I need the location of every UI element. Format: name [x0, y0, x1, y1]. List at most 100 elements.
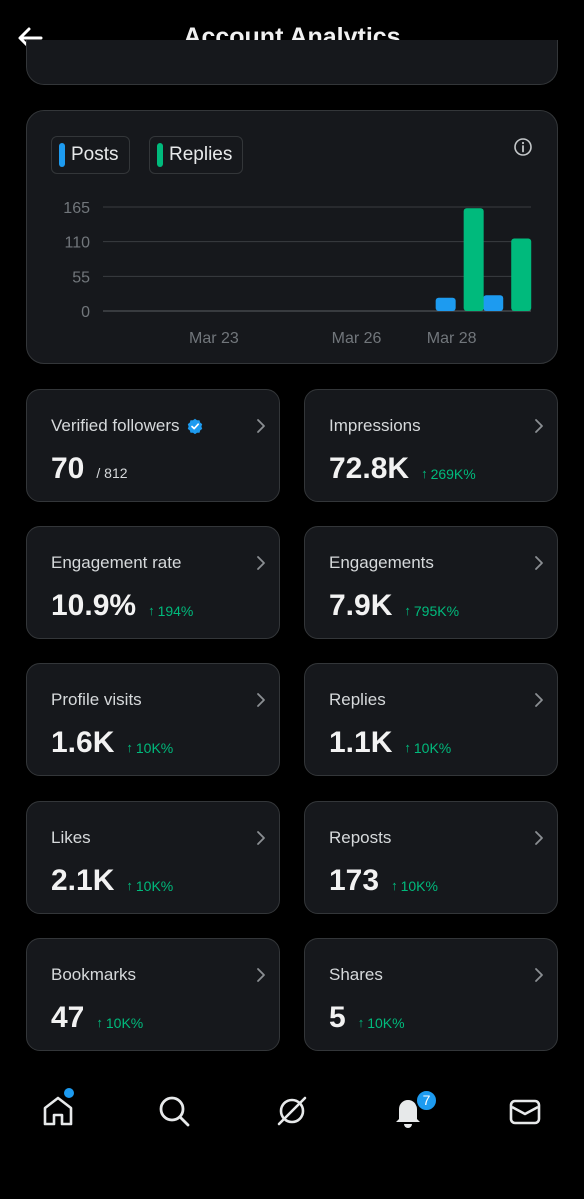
metric-value-row: 72.8K ↑ 269K% — [329, 452, 476, 486]
bar-replies[interactable] — [463, 208, 484, 311]
metric-label-text: Impressions — [329, 416, 421, 435]
metric-value-row: 5 ↑ 10K% — [329, 1001, 405, 1035]
chevron-right-icon — [257, 693, 265, 707]
metric-label: Reposts — [329, 828, 391, 848]
metric-delta: ↑ 10K% — [404, 740, 451, 756]
metric-value: 173 — [329, 864, 380, 897]
metric-value-row: 2.1K ↑ 10K% — [51, 864, 173, 898]
metric-delta: ↑ 10K% — [126, 740, 173, 756]
bottom-nav: 7 — [0, 1075, 584, 1145]
verified-badge-icon — [187, 418, 202, 434]
metric-label-text: Replies — [329, 690, 386, 709]
metric-value-row: 173 ↑ 10K% — [329, 864, 438, 898]
metric-value: 72.8K — [329, 452, 410, 485]
metric-value: 1.1K — [329, 726, 393, 759]
metric-delta: ↑ 795K% — [404, 603, 459, 619]
metric-card[interactable]: Engagement rate 10.9% ↑ 194% — [26, 526, 280, 639]
metric-card[interactable]: Shares 5 ↑ 10K% — [304, 938, 558, 1051]
arrow-up-icon: ↑ — [357, 1015, 365, 1030]
metric-card[interactable]: Bookmarks 47 ↑ 10K% — [26, 938, 280, 1051]
chevron-right-icon — [257, 419, 265, 433]
previous-card — [26, 40, 558, 85]
home-unread-dot — [64, 1088, 74, 1098]
home-icon[interactable] — [40, 1093, 76, 1129]
metric-label-text: Reposts — [329, 828, 392, 847]
chevron-right-icon — [535, 693, 543, 707]
metric-label-text: Bookmarks — [51, 965, 137, 984]
y-tick-label: 0 — [81, 304, 90, 321]
arrow-up-icon: ↑ — [391, 878, 398, 893]
legend-swatch-replies — [157, 143, 163, 167]
arrow-up-icon: ↑ — [148, 603, 155, 618]
metric-delta: ↑ 10K% — [391, 878, 438, 894]
metric-value: 2.1K — [51, 864, 115, 897]
arrow-up-icon: ↑ — [404, 740, 411, 755]
chevron-right-icon — [257, 556, 265, 570]
chevron-right-icon — [535, 556, 543, 570]
bar-posts[interactable] — [483, 295, 504, 311]
metric-label: Engagements — [329, 553, 434, 573]
chevron-right-icon — [257, 968, 265, 982]
metric-delta-text: 795K% — [413, 602, 460, 619]
metric-card[interactable]: Likes 2.1K ↑ 10K% — [26, 801, 280, 914]
metric-value-row: 70 / 812 — [51, 452, 128, 486]
bar-replies[interactable] — [511, 238, 532, 311]
chevron-right-icon — [257, 831, 265, 845]
grok-icon[interactable] — [274, 1093, 310, 1129]
bar-posts[interactable] — [435, 297, 456, 311]
metric-value: 5 — [329, 1001, 346, 1034]
metric-value-row: 7.9K ↑ 795K% — [329, 589, 459, 623]
arrow-up-icon: ↑ — [126, 740, 133, 755]
metric-card[interactable]: Profile visits 1.6K ↑ 10K% — [26, 663, 280, 776]
metric-label-text: Shares — [329, 965, 383, 984]
metric-card[interactable]: Impressions 72.8K ↑ 269K% — [304, 389, 558, 502]
legend-posts[interactable]: Posts — [51, 136, 130, 174]
metric-delta-text: 10K% — [400, 877, 438, 894]
metric-label-text: Likes — [51, 828, 91, 847]
metric-delta-text: 194% — [157, 602, 194, 619]
metric-label: Engagement rate — [51, 553, 181, 573]
legend-label: Posts — [71, 144, 119, 165]
metric-label: Replies — [329, 690, 386, 710]
metric-card[interactable]: Reposts 173 ↑ 10K% — [304, 801, 558, 914]
metric-value: 7.9K — [329, 589, 393, 622]
metric-delta: ↑ 269K% — [421, 466, 476, 482]
metric-value: 47 — [51, 1001, 85, 1034]
metric-value-row: 1.1K ↑ 10K% — [329, 726, 451, 760]
mail-icon[interactable] — [507, 1093, 543, 1129]
metric-delta-text: 10K% — [367, 1014, 405, 1031]
info-icon[interactable] — [513, 137, 533, 157]
metric-delta: ↑ 194% — [148, 603, 193, 619]
metric-card[interactable]: Engagements 7.9K ↑ 795K% — [304, 526, 558, 639]
x-tick-label: Mar 28 — [427, 330, 477, 347]
metric-delta: ↑ 10K% — [126, 878, 173, 894]
metric-value-row: 10.9% ↑ 194% — [51, 589, 193, 623]
chevron-right-icon — [535, 419, 543, 433]
metric-delta-text: 269K% — [430, 465, 476, 482]
metric-value-row: 47 ↑ 10K% — [51, 1001, 143, 1035]
legend-replies[interactable]: Replies — [149, 136, 244, 174]
x-tick-label: Mar 23 — [189, 330, 239, 347]
metric-card[interactable]: Verified followers 70 / 812 — [26, 389, 280, 502]
metric-delta-text: 10K% — [135, 877, 174, 894]
y-tick-label: 165 — [63, 200, 90, 217]
metric-label-text: Verified followers — [51, 416, 180, 435]
search-icon[interactable] — [156, 1093, 192, 1129]
metric-delta-text: 10K% — [105, 1014, 144, 1031]
chart-card: 165 110 55 0 Mar 23 Mar 26 Mar 28 Posts Replie… — [26, 110, 558, 364]
metric-label-text: Engagements — [329, 553, 434, 572]
arrow-up-icon: ↑ — [96, 1015, 103, 1030]
metric-delta: ↑ 10K% — [96, 1015, 143, 1031]
metric-label: Shares — [329, 965, 383, 985]
arrow-up-icon: ↑ — [421, 466, 428, 481]
legend-swatch-posts — [59, 143, 65, 167]
metric-total: / 812 — [96, 465, 128, 481]
metric-value-row: 1.6K ↑ 10K% — [51, 726, 173, 760]
metric-value: 1.6K — [51, 726, 115, 759]
metric-card[interactable]: Replies 1.1K ↑ 10K% — [304, 663, 558, 776]
metric-label: Profile visits — [51, 690, 142, 710]
metric-delta-text: 10K% — [135, 739, 174, 756]
chevron-right-icon — [535, 968, 543, 982]
legend-label: Replies — [169, 144, 233, 165]
chevron-right-icon — [535, 831, 543, 845]
